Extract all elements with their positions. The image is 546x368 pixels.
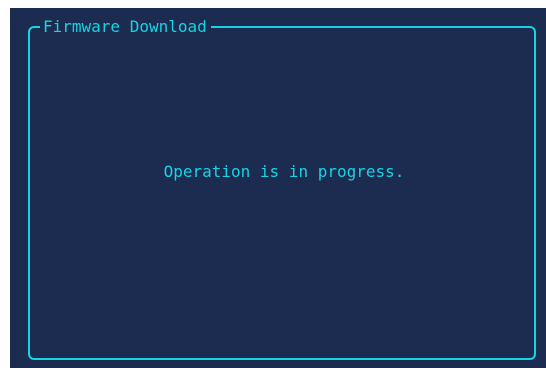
firmware-download-dialog bbox=[28, 26, 536, 360]
dialog-title: Firmware Download bbox=[40, 18, 211, 36]
status-message: Operation is in progress. bbox=[163, 162, 405, 181]
